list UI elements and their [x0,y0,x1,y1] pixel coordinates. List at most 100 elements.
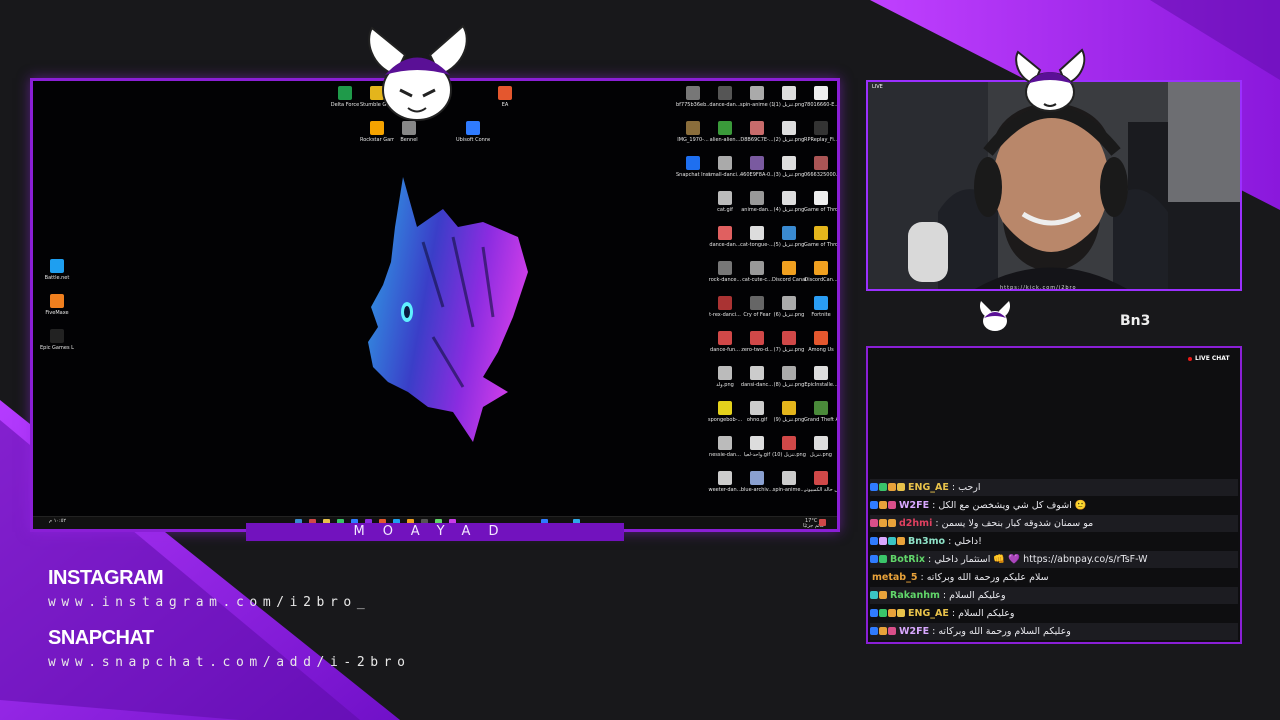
desktop-icon[interactable]: تنزيل (2).png [772,121,806,143]
desktop-icon[interactable]: bf775b36eb... [676,86,710,108]
desktop-icon-label: تنزيل (2).png [773,137,805,143]
desktop-app-icon [718,296,732,310]
desktop-icon[interactable]: تنزيل (10).png [772,436,806,458]
desktop-icon[interactable]: cat-cute-c... [740,261,774,283]
chat-username[interactable]: W2FE [899,500,929,511]
taskbar-app-icon[interactable] [819,519,826,526]
desktop-icon[interactable]: cat-tongue-... [740,226,774,248]
desktop-icon[interactable]: Fortnite [804,296,837,318]
desktop-icon[interactable]: RPReplay_Fi... [804,121,837,143]
chat-username[interactable]: Rakanhm [890,590,940,601]
desktop-app-icon [782,191,796,205]
desktop-icon[interactable]: تنزيل (4).png [772,191,806,213]
desktop-icon[interactable]: weeter-dan... [708,471,742,493]
desktop-icon[interactable]: IMG_1970-... [676,121,710,143]
desktop-icon[interactable]: تنزيل (9).png [772,401,806,423]
desktop-icon-label: تنزيل (4).png [773,207,805,213]
desktop-icon[interactable]: تنزيل.png [804,436,837,458]
desktop-icon[interactable]: Snapchat Installer.exe [676,156,710,178]
desktop-icon[interactable]: Game of Thrones K... [804,191,837,213]
streamer-username: Bn3 [1120,313,1151,329]
desktop-icon[interactable]: Delta Force [328,86,362,108]
chat-text: وعليكم السلام ورحمة الله وبركاته [938,626,1071,637]
desktop-icon-label: Snapchat Installer.exe [676,172,710,178]
desktop-icon[interactable]: nessie-dan... [708,436,742,458]
desktop-icon-label: Among Us [808,347,834,353]
desktop-icon[interactable]: تشغيل حالة الكمبيوتر [804,471,837,493]
desktop-app-icon [782,156,796,170]
desktop-app-icon [814,471,828,485]
desktop-icon[interactable]: alien-alien... [708,121,742,143]
desktop-icon[interactable]: small-danci... [708,156,742,178]
desktop-icon[interactable]: واحد-لعيا.gif [740,436,774,458]
chat-message: Bn3mo : داخلي! [870,533,1238,550]
desktop-icon-label: Game of Thrones K... [804,242,837,248]
desktop-icon[interactable]: Grand Theft Auto V [804,401,837,423]
desktop-app-icon [814,296,828,310]
desktop-app-icon [750,86,764,100]
desktop-icon[interactable]: تنزيل (6).png [772,296,806,318]
desktop-icon[interactable]: 78016660-E... [804,86,837,108]
chat-badge-icon [888,501,896,509]
desktop-icon[interactable]: rock-dance... [708,261,742,283]
desktop-icon[interactable]: Game of Thrones K... [804,226,837,248]
desktop-icon[interactable]: dance-fun... [708,331,742,353]
chat-badge-icon [870,519,878,527]
desktop-icon-label: تنزيل (9).png [773,417,805,423]
desktop-icon[interactable]: 0666325000... [804,156,837,178]
desktop-icon[interactable]: zero-two-d... [740,331,774,353]
desktop-icon[interactable]: Discord Canary [772,261,806,283]
desktop-icon-label: zero-two-d... [741,347,773,353]
desktop-icon[interactable]: تنزيل (8).png [772,366,806,388]
desktop-app-icon [782,366,796,380]
desktop-icon[interactable]: spin-anime (1).gif [740,86,774,108]
chat-username[interactable]: ENG_AE [908,608,949,619]
desktop-icon[interactable]: تنزيل (3).png [772,156,806,178]
desktop-icon[interactable]: EpicInstalle... [804,366,837,388]
desktop-icon[interactable]: Among Us [804,331,837,353]
chat-username[interactable]: ENG_AE [908,482,949,493]
desktop-app-icon [750,401,764,415]
desktop-app-icon [718,226,732,240]
desktop-icon[interactable]: anime-dan... [740,191,774,213]
desktop-icon[interactable]: تنزيل (7).png [772,331,806,353]
desktop-icon[interactable]: D8B69C7E-... [740,121,774,143]
taskbar-clock[interactable]: ١٠:٥٢ م [49,518,66,524]
chat-badge-icon [879,537,887,545]
webcam-url: https://kick.com/i2bro [1000,285,1077,291]
desktop-icon[interactable]: blue-archiv... [740,471,774,493]
desktop-icon[interactable]: DiscordCan... [804,261,837,283]
desktop-icon[interactable]: Cry of Fear [740,296,774,318]
desktop-icon-label: ولد.png [716,382,734,388]
desktop-capture-frame: Battle.net FiveMaxe Epic Games Launcher De… [30,78,840,532]
desktop-icon[interactable]: dance-dan... [708,226,742,248]
desktop-icon[interactable]: Battle.net [40,259,74,281]
chat-badge-icon [879,609,887,617]
chat-badge-icon [870,537,878,545]
chat-username[interactable]: BotRix [890,554,925,565]
desktop-icon[interactable]: تنزيل (5).png [772,226,806,248]
desktop-icon[interactable]: t-rex-danci... [708,296,742,318]
desktop-icon[interactable]: cat.gif [708,191,742,213]
chat-username[interactable]: W2FE [899,626,929,637]
desktop-icon[interactable]: dansi-danc... [740,366,774,388]
desktop-app-icon [782,86,796,100]
desktop-icon[interactable]: EA [488,86,522,108]
chat-message: W2FE : وعليكم السلام ورحمة الله وبركاته [870,623,1238,640]
chat-username[interactable]: metab_5 [872,572,917,583]
desktop-icon[interactable]: Epic Games Launcher [40,329,74,351]
chat-username[interactable]: d2hmi [899,518,932,529]
desktop-icon[interactable]: FiveMaxe [40,294,74,316]
desktop-app-icon [750,121,764,135]
desktop-icon[interactable]: spongebob-... [708,401,742,423]
desktop-icon[interactable]: تنزيل (1).png [772,86,806,108]
desktop-icon[interactable]: spin-anime... [772,471,806,493]
desktop-app-icon [338,86,352,100]
desktop-icon[interactable]: dance-dan... [708,86,742,108]
desktop-icon-label: تنزيل (3).png [773,172,805,178]
desktop-icon[interactable]: ولد.png [708,366,742,388]
chat-username[interactable]: Bn3mo [908,536,945,547]
desktop-icon[interactable]: 460E9F8A-0... [740,156,774,178]
desktop-app-icon [718,156,732,170]
desktop-icon[interactable]: ohno.gif [740,401,774,423]
